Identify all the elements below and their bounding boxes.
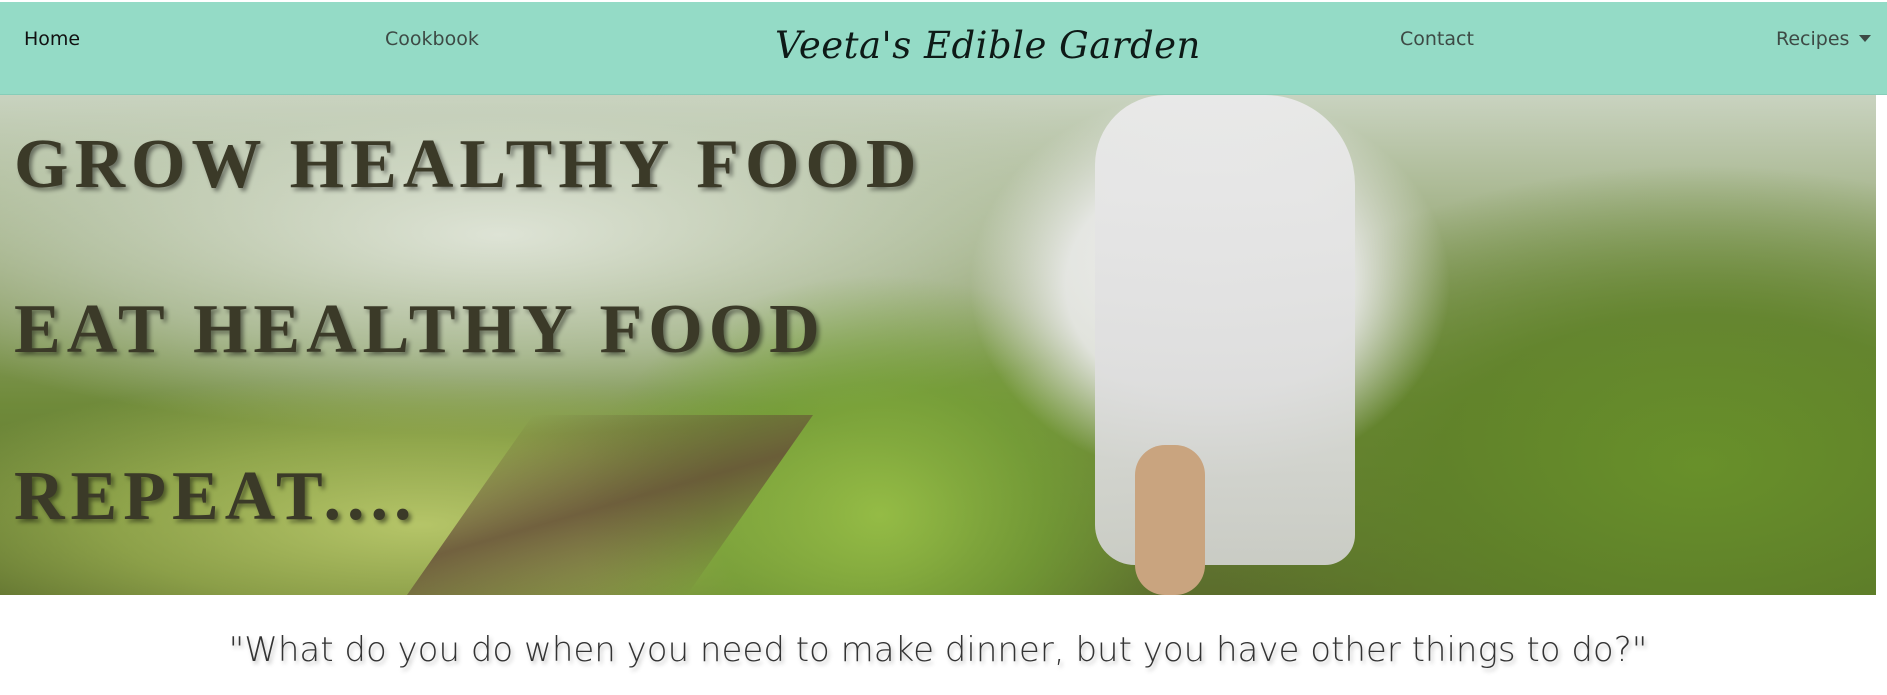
- hero-headline-2: EAT HEALTHY FOOD: [14, 291, 826, 368]
- hero-banner: GROW HEALTHY FOOD EAT HEALTHY FOOD REPEA…: [0, 95, 1876, 595]
- hero-gardener-figure: [1095, 95, 1355, 565]
- hero-headline-3: REPEAT....: [14, 458, 418, 535]
- hero-headline-1: GROW HEALTHY FOOD: [14, 126, 923, 203]
- chevron-down-icon: [1859, 35, 1872, 42]
- nav-home-link[interactable]: Home: [24, 28, 80, 50]
- hero-gardener-arm: [1135, 445, 1205, 595]
- hero-soil-row: [406, 415, 814, 595]
- nav-recipes-label: Recipes: [1776, 28, 1850, 50]
- nav-cookbook-link[interactable]: Cookbook: [385, 28, 479, 50]
- intro-quote: "What do you do when you need to make di…: [228, 630, 1648, 670]
- navbar: Home Cookbook Veeta's Edible Garden Cont…: [0, 2, 1887, 95]
- nav-contact-link[interactable]: Contact: [1400, 28, 1474, 50]
- nav-recipes-dropdown[interactable]: Recipes: [1776, 28, 1872, 50]
- brand-title[interactable]: Veeta's Edible Garden: [775, 24, 1201, 67]
